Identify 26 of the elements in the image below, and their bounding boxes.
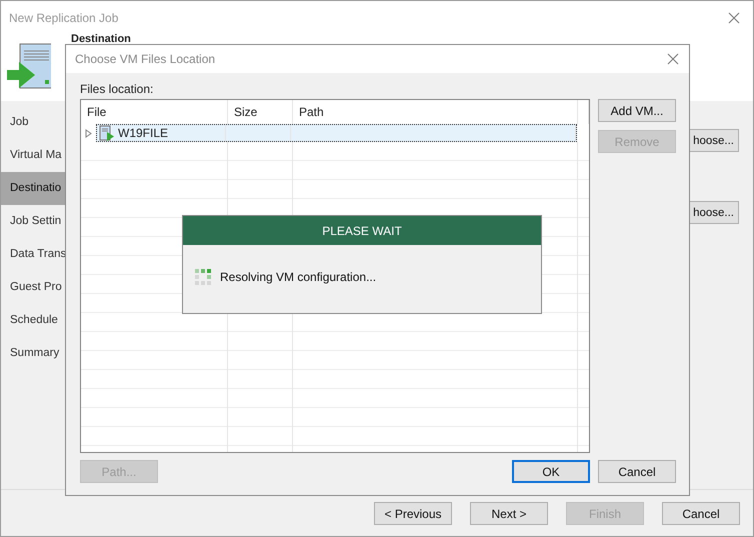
dialog-button[interactable]: OK [512, 460, 590, 483]
wizard-button[interactable]: < Previous [374, 502, 452, 525]
spinner-icon [195, 269, 211, 285]
wizard-step[interactable]: Guest Pro [1, 271, 65, 304]
popup-title: PLEASE WAIT [322, 224, 402, 238]
files-location-label: Files location: [80, 82, 154, 98]
wizard-step[interactable]: Destinatio [1, 172, 65, 205]
wizard-step[interactable]: Job Settin [1, 205, 65, 238]
wizard-step[interactable]: Virtual Ma [1, 139, 65, 172]
page-heading: Destination [71, 34, 131, 45]
wizard-button[interactable]: Cancel [662, 502, 740, 525]
dialog-title: Choose VM Files Location [75, 52, 216, 66]
window-title: New Replication Job [9, 10, 118, 24]
vm-icon [99, 125, 115, 141]
close-icon[interactable] [728, 12, 740, 24]
dialog-button[interactable]: Cancel [598, 460, 676, 483]
wizard-step[interactable]: Summary [1, 337, 65, 370]
expand-icon[interactable] [85, 128, 92, 138]
wizard-step[interactable]: Schedule [1, 304, 65, 337]
close-icon[interactable] [667, 53, 679, 65]
dialog-button[interactable]: Add VM... [598, 99, 676, 122]
wizard-step[interactable]: Data Trans [1, 238, 65, 271]
wizard-step[interactable]: Job [1, 106, 65, 139]
wizard-button[interactable]: Next > [470, 502, 548, 525]
progress-message: Resolving VM configuration... [220, 270, 376, 284]
vm-name: W19FILE [118, 126, 168, 140]
